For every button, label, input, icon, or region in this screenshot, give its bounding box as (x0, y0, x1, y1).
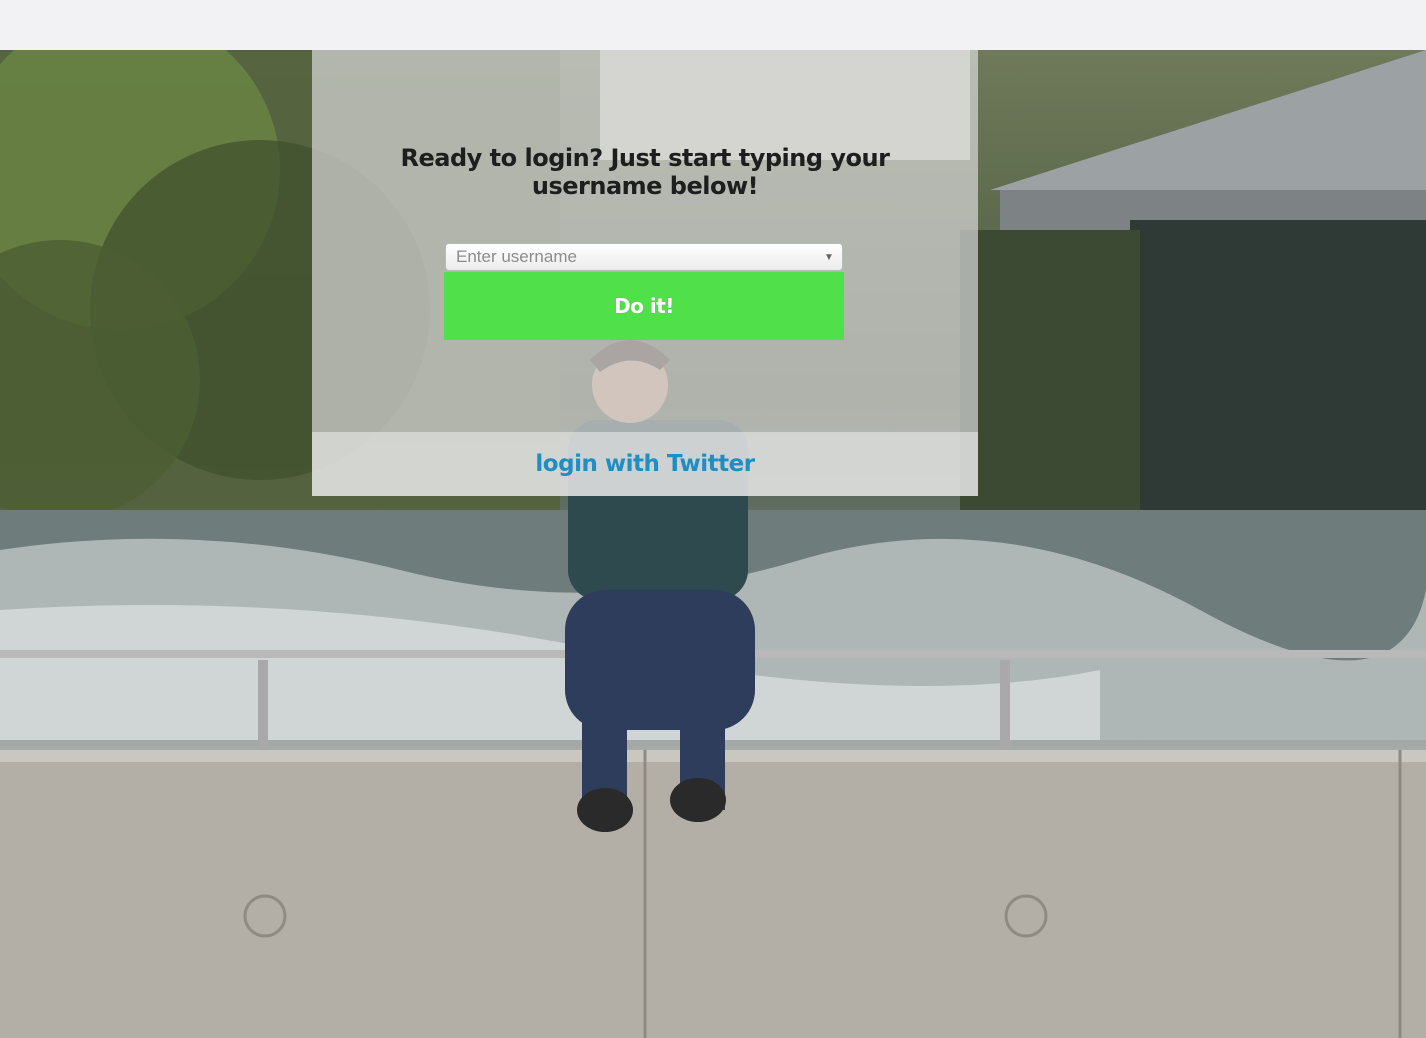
twitter-login-panel: login with Twitter (312, 432, 978, 496)
login-with-twitter-link[interactable]: login with Twitter (535, 451, 755, 477)
login-headline: Ready to login? Just start typing your u… (400, 144, 890, 200)
login-panel: Ready to login? Just start typing your u… (312, 50, 978, 432)
top-bar (0, 0, 1426, 50)
triangle-down-icon[interactable]: ▼ (816, 252, 842, 263)
do-it-button[interactable]: Do it! (444, 272, 844, 340)
username-select[interactable]: Enter username ▼ (445, 243, 843, 271)
username-placeholder: Enter username (456, 247, 577, 266)
